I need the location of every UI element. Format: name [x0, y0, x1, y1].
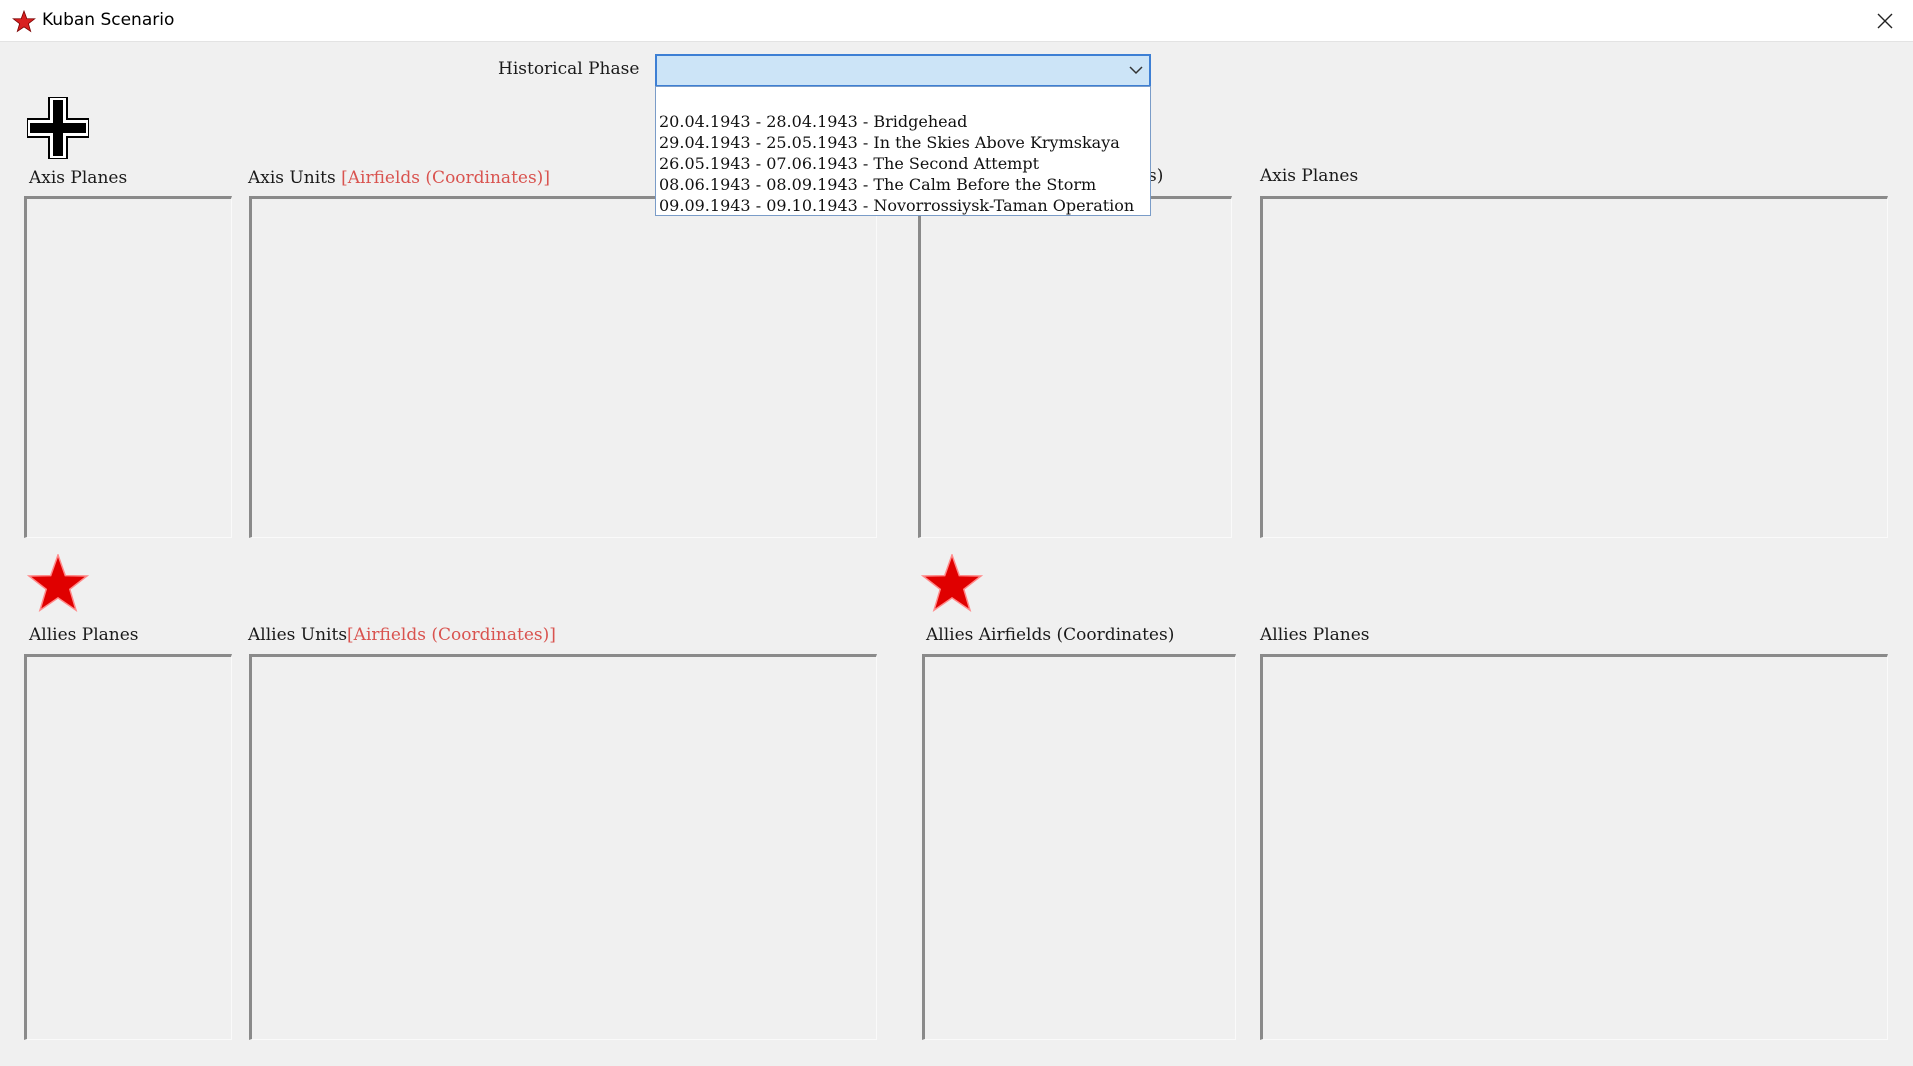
axis-airfields-list[interactable]: [918, 196, 1232, 538]
close-button[interactable]: [1857, 0, 1913, 42]
axis-units-list[interactable]: [249, 196, 877, 538]
allies-planes-list-left[interactable]: [24, 654, 232, 1040]
phase-option[interactable]: 09.09.1943 - 09.10.1943 - Novorrossiysk-…: [656, 195, 1150, 216]
phase-option[interactable]: 26.05.1943 - 07.06.1943 - The Second Att…: [656, 153, 1150, 174]
axis-units-text: Axis Units: [248, 168, 336, 188]
allies-planes-label-right: Allies Planes: [1260, 625, 1370, 645]
close-icon: [1877, 13, 1893, 29]
red-star-icon: [12, 10, 36, 33]
allies-planes-label-left: Allies Planes: [29, 625, 139, 645]
chevron-down-icon[interactable]: [1129, 65, 1143, 75]
phase-option[interactable]: 08.06.1943 - 08.09.1943 - The Calm Befor…: [656, 174, 1150, 195]
axis-planes-label-left: Axis Planes: [29, 168, 128, 188]
title-bar: Kuban Scenario: [0, 0, 1913, 42]
axis-planes-label-right: Axis Planes: [1260, 166, 1359, 186]
axis-planes-list-right[interactable]: [1260, 196, 1888, 538]
balkenkreuz-icon: [27, 97, 89, 159]
allies-airfields-label: Allies Airfields (Coordinates): [926, 625, 1175, 645]
red-star-icon: [27, 554, 89, 613]
allies-planes-list-right[interactable]: [1260, 654, 1888, 1040]
historical-phase-combobox[interactable]: [655, 54, 1151, 87]
allies-units-text: Allies Units: [248, 625, 348, 645]
allies-units-list[interactable]: [249, 654, 877, 1040]
allies-units-airfields-text: [Airfields (Coordinates)]: [347, 625, 556, 645]
historical-phase-dropdown: 20.04.1943 - 28.04.1943 - Bridgehead 29.…: [655, 86, 1151, 216]
historical-phase-label: Historical Phase: [498, 59, 640, 79]
allies-units-label: Allies Units[Airfields (Coordinates)]: [248, 625, 556, 645]
axis-units-airfields-text: [Airfields (Coordinates)]: [341, 168, 550, 188]
axis-units-label: Axis Units [Airfields (Coordinates)]: [248, 168, 550, 188]
phase-option[interactable]: 20.04.1943 - 28.04.1943 - Bridgehead: [656, 111, 1150, 132]
allies-airfields-list[interactable]: [922, 654, 1236, 1040]
red-star-icon: [921, 554, 983, 613]
window-title: Kuban Scenario: [42, 10, 175, 30]
phase-option[interactable]: 29.04.1943 - 25.05.1943 - In the Skies A…: [656, 132, 1150, 153]
axis-planes-list-left[interactable]: [24, 196, 232, 538]
